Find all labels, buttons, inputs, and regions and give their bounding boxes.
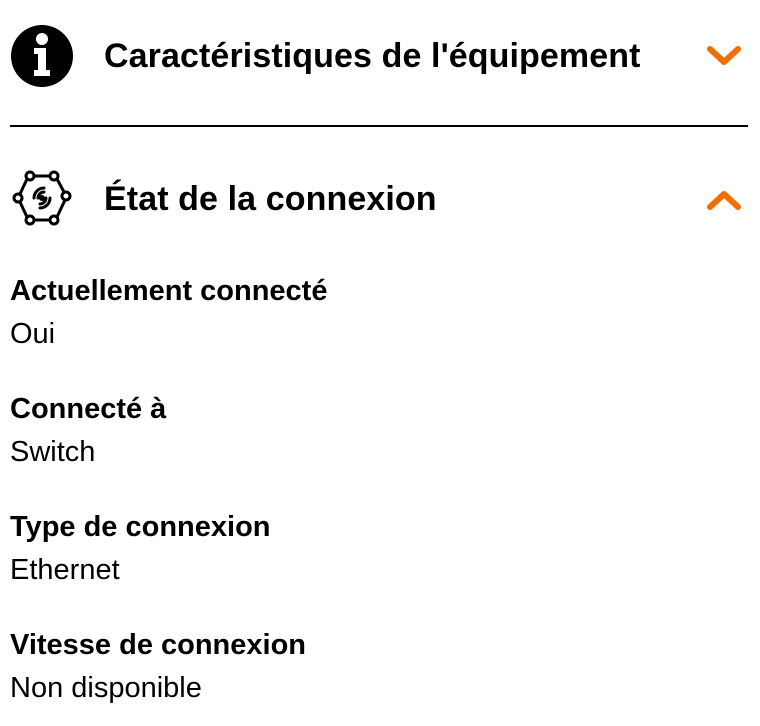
field-label: Vitesse de connexion [10, 629, 307, 661]
connection-network-icon [12, 170, 72, 226]
field-value: Switch [10, 436, 96, 468]
field-connection-speed: Vitesse de connexion Non disponible [10, 628, 750, 705]
info-icon [11, 25, 73, 87]
field-label: Actuellement connecté [10, 275, 328, 307]
connection-section-header[interactable]: État de la connexion [0, 166, 760, 232]
field-label: Type de connexion [10, 511, 271, 543]
field-value: Ethernet [10, 554, 120, 586]
equipment-section-title: Caractéristiques de l'équipement [104, 36, 641, 75]
field-connection-type: Type de connexion Ethernet [10, 510, 750, 587]
field-value: Non disponible [10, 672, 202, 704]
section-divider [10, 125, 748, 127]
field-currently-connected: Actuellement connecté Oui [10, 274, 750, 351]
field-connected-to: Connecté à Switch [10, 392, 750, 469]
field-value: Oui [10, 318, 56, 350]
chevron-down-icon[interactable] [706, 44, 742, 68]
connection-section-title: État de la connexion [104, 179, 437, 218]
field-label: Connecté à [10, 393, 167, 425]
equipment-section-header[interactable]: Caractéristiques de l'équipement [0, 24, 760, 88]
chevron-up-icon[interactable] [706, 188, 742, 212]
